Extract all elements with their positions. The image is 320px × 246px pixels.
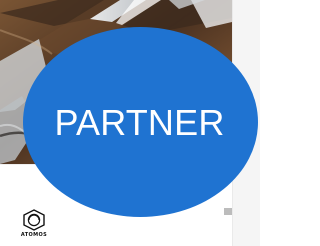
page: ATOMOS PARTNER xyxy=(0,0,260,246)
brand-logo: ATOMOS xyxy=(17,208,51,246)
partner-badge: PARTNER xyxy=(23,27,258,217)
card-edge-accent xyxy=(224,208,232,215)
atomos-logo-icon xyxy=(23,209,45,231)
logo-text: ATOMOS xyxy=(20,232,48,238)
partner-label: PARTNER xyxy=(54,102,225,143)
